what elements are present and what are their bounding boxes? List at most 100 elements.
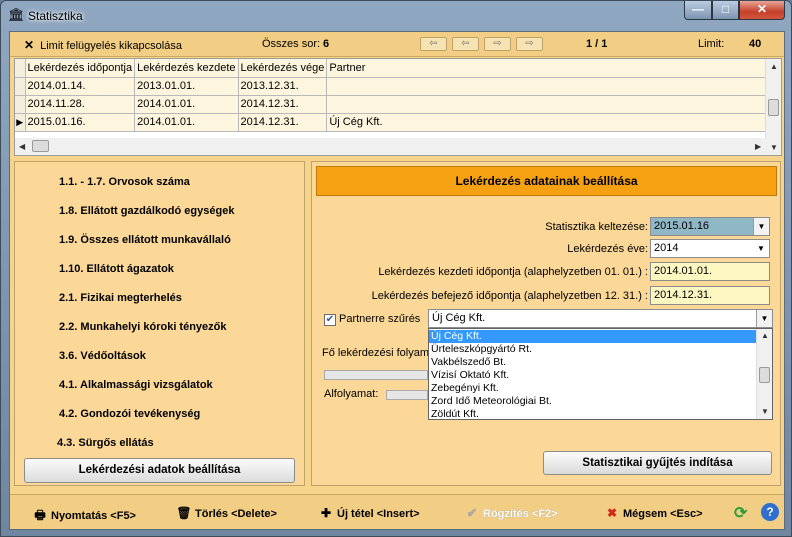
year-label: Lekérdezés éve:	[567, 243, 648, 255]
end-date-field[interactable]: 2014.12.31.	[650, 286, 770, 305]
query-settings-button[interactable]: Lekérdezési adatok beállítása	[24, 458, 295, 483]
partner-dropdown-list[interactable]: Új Cég Kft. Ürteleszkópgyártó Rt. Vakbél…	[428, 328, 773, 420]
grid-vertical-scrollbar[interactable]: ▲ ▼	[765, 59, 781, 155]
total-rows-label: Összes sor:	[262, 38, 321, 50]
grid-table: Lekérdezés időpontja Lekérdezés kezdete …	[15, 59, 780, 132]
scroll-down-icon[interactable]: ▼	[761, 407, 769, 416]
partner-filter-checkbox[interactable]: ✔	[324, 314, 336, 326]
column-header[interactable]: Lekérdezés vége	[238, 59, 328, 78]
scroll-right-icon[interactable]: ▶	[755, 142, 761, 151]
date-field[interactable]: 2015.01.16 ▼	[650, 217, 770, 236]
main-process-label: Fő lekérdezési folyam	[322, 347, 429, 359]
row-indicator-header	[15, 59, 26, 78]
partner-value: Új Cég Kft.	[432, 312, 486, 324]
last-page-button[interactable]: ⇨	[516, 37, 543, 51]
year-select[interactable]: 2014 ▼	[650, 239, 770, 258]
prev-page-button[interactable]: ⇦	[452, 37, 479, 51]
delete-button[interactable]: 🗑 Törlés <Delete>	[176, 506, 277, 520]
scroll-up-icon[interactable]: ▲	[770, 62, 778, 71]
grid-header-row: Lekérdezés időpontja Lekérdezés kezdete …	[15, 59, 780, 78]
scroll-up-icon[interactable]: ▲	[761, 331, 769, 340]
scroll-thumb[interactable]	[32, 140, 49, 152]
limit-toggle-button[interactable]: ✕ Limit felügyelés kikapcsolása	[24, 38, 182, 52]
stat-item[interactable]: 1.10. Ellátott ágazatok	[59, 263, 174, 275]
table-row[interactable]: 2014.11.28. 2014.01.01. 2014.12.31.	[15, 95, 780, 114]
stat-item[interactable]: 2.1. Fizikai megterhelés	[59, 292, 182, 304]
prev-page-icon: ⇦	[461, 38, 470, 49]
column-header[interactable]: Lekérdezés kezdete	[134, 59, 239, 78]
first-page-button[interactable]: ⇦	[420, 37, 447, 51]
stat-item[interactable]: 4.2. Gondozói tevékenység	[59, 408, 200, 420]
list-item[interactable]: Vízisí Oktató Kft.	[429, 369, 756, 382]
column-header[interactable]: Lekérdezés időpontja	[25, 59, 136, 78]
table-cell: 2014.12.31.	[238, 113, 328, 132]
print-label: Nyomtatás <F5>	[51, 510, 136, 522]
stat-item[interactable]: 1.1. - 1.7. Orvosok száma	[59, 176, 190, 188]
sub-progress-bar	[386, 390, 428, 400]
scroll-down-icon[interactable]: ▼	[770, 143, 778, 152]
first-page-icon: ⇦	[429, 38, 438, 49]
close-button[interactable]: ✕	[739, 1, 785, 20]
limit-toggle-label: Limit felügyelés kikapcsolása	[40, 40, 182, 52]
table-row[interactable]: 2014.01.14. 2013.01.01. 2013.12.31.	[15, 77, 780, 96]
table-cell: 2014.01.01.	[134, 113, 239, 132]
chevron-down-icon[interactable]: ▼	[753, 218, 769, 235]
date-value: 2015.01.16	[654, 220, 710, 232]
start-date-label: Lekérdezés kezdeti időpontja (alaphelyze…	[378, 266, 648, 278]
new-item-button[interactable]: ✚ Új tétel <Insert>	[318, 506, 420, 520]
row-indicator	[15, 95, 26, 114]
list-item[interactable]: Ürteleszkópgyártó Rt.	[429, 343, 756, 356]
maximize-button[interactable]: □	[712, 1, 739, 20]
next-page-button[interactable]: ⇨	[484, 37, 511, 51]
list-item[interactable]: Vakbélszedő Bt.	[429, 356, 756, 369]
stat-item[interactable]: 1.9. Összes ellátott munkavállaló	[59, 234, 231, 246]
window: 🏛 Statisztika — □ ✕ ✕ Limit felügyelés k…	[0, 0, 792, 537]
stat-item[interactable]: 3.6. Védőoltások	[59, 350, 146, 362]
stat-item[interactable]: 1.8. Ellátott gazdálkodó egységek	[59, 205, 234, 217]
cancel-icon: ✖	[606, 506, 618, 520]
scroll-thumb[interactable]	[768, 99, 779, 116]
query-grid[interactable]: Lekérdezés időpontja Lekérdezés kezdete …	[14, 58, 782, 156]
table-cell: 2015.01.16.	[25, 113, 136, 132]
list-item[interactable]: Zord Idő Meteorológiai Bt.	[429, 395, 756, 408]
table-cell: 2014.01.14.	[25, 77, 136, 96]
grid-horizontal-scrollbar[interactable]: ◀ ▶	[15, 138, 767, 155]
list-item[interactable]: Zöldút Kft.	[429, 408, 756, 419]
print-button[interactable]: 🖶 Nyomtatás <F5>	[32, 506, 136, 527]
stat-item[interactable]: 4.1. Alkalmassági vizsgálatok	[59, 379, 213, 391]
table-cell: 2013.12.31.	[238, 77, 328, 96]
list-item[interactable]: Új Cég Kft.	[429, 330, 756, 343]
start-collection-button[interactable]: Statisztikai gyűjtés indítása	[543, 451, 772, 475]
start-date-field[interactable]: 2014.01.01.	[650, 262, 770, 281]
stat-item[interactable]: 4.3. Sürgős ellátás	[57, 437, 154, 449]
help-icon[interactable]: ?	[761, 503, 779, 521]
table-cell: 2014.01.01.	[134, 95, 239, 114]
table-cell: 2014.12.31.	[238, 95, 328, 114]
refresh-icon[interactable]: ⟳	[734, 503, 747, 523]
cancel-button[interactable]: ✖ Mégsem <Esc>	[604, 506, 703, 520]
panel-header: Lekérdezés adatainak beállítása	[316, 166, 777, 196]
delete-label: Törlés <Delete>	[195, 508, 277, 520]
sub-process-label: Alfolyamat:	[324, 388, 379, 400]
stat-item[interactable]: 2.2. Munkahelyi kóroki tényezők	[59, 321, 227, 333]
next-page-icon: ⇨	[493, 38, 502, 49]
list-item[interactable]: Zebegényi Kft.	[429, 382, 756, 395]
chevron-down-icon[interactable]: ▼	[753, 240, 769, 257]
main-progress-bar	[324, 370, 428, 380]
scroll-thumb[interactable]	[759, 367, 770, 383]
printer-icon: 🖶	[34, 508, 46, 522]
cross-tools-icon: ✕	[24, 38, 35, 52]
trash-icon: 🗑	[176, 506, 192, 520]
table-row[interactable]: ▶ 2015.01.16. 2014.01.01. 2014.12.31. Új…	[15, 113, 780, 132]
partner-combobox[interactable]: Új Cég Kft. ▼	[428, 309, 773, 328]
scroll-left-icon[interactable]: ◀	[19, 142, 25, 151]
table-cell: 2013.01.01.	[134, 77, 239, 96]
table-cell: Új Cég Kft.	[326, 113, 780, 132]
column-header[interactable]: Partner	[326, 59, 780, 78]
minimize-button[interactable]: —	[684, 1, 712, 20]
row-indicator	[15, 77, 26, 96]
last-page-icon: ⇨	[525, 38, 534, 49]
dropdown-scrollbar[interactable]: ▲ ▼	[756, 329, 772, 419]
save-button[interactable]: ✔ Rögzítés <F2>	[464, 506, 558, 520]
chevron-down-icon[interactable]: ▼	[756, 310, 772, 327]
